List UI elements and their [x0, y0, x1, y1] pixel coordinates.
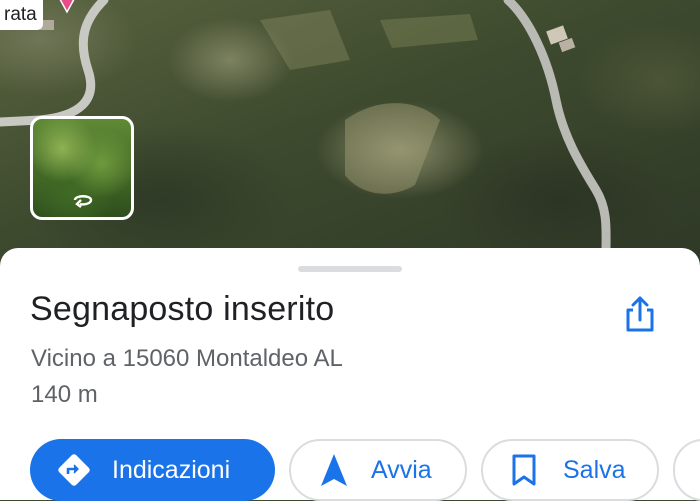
place-title: Segnaposto inserito [30, 290, 335, 328]
rotate-360-icon [73, 195, 93, 208]
sheet-drag-handle[interactable] [298, 266, 402, 272]
map-place-label: rata [0, 0, 43, 30]
action-chips: Indicazioni Avvia Salva [30, 439, 700, 501]
save-button[interactable]: Salva [481, 439, 659, 501]
navigation-arrow-icon [319, 452, 349, 488]
start-button[interactable]: Avvia [289, 439, 467, 501]
place-distance: 140 m [31, 381, 98, 408]
share-icon [626, 296, 654, 332]
place-bottom-sheet: Segnaposto inserito Vicino a 15060 Monta… [0, 248, 700, 501]
directions-label: Indicazioni [112, 455, 231, 484]
start-label: Avvia [371, 455, 432, 484]
share-button[interactable] [616, 290, 664, 338]
more-actions-button[interactable] [673, 439, 700, 501]
directions-icon [56, 452, 92, 488]
save-label: Salva [563, 455, 626, 484]
satellite-map[interactable]: rata [0, 0, 700, 270]
directions-button[interactable]: Indicazioni [30, 439, 275, 501]
map-pin-icon[interactable] [54, 0, 80, 20]
place-address: Vicino a 15060 Montaldeo AL [31, 345, 343, 372]
street-view-thumbnail[interactable] [30, 116, 134, 220]
bookmark-icon [511, 453, 537, 487]
